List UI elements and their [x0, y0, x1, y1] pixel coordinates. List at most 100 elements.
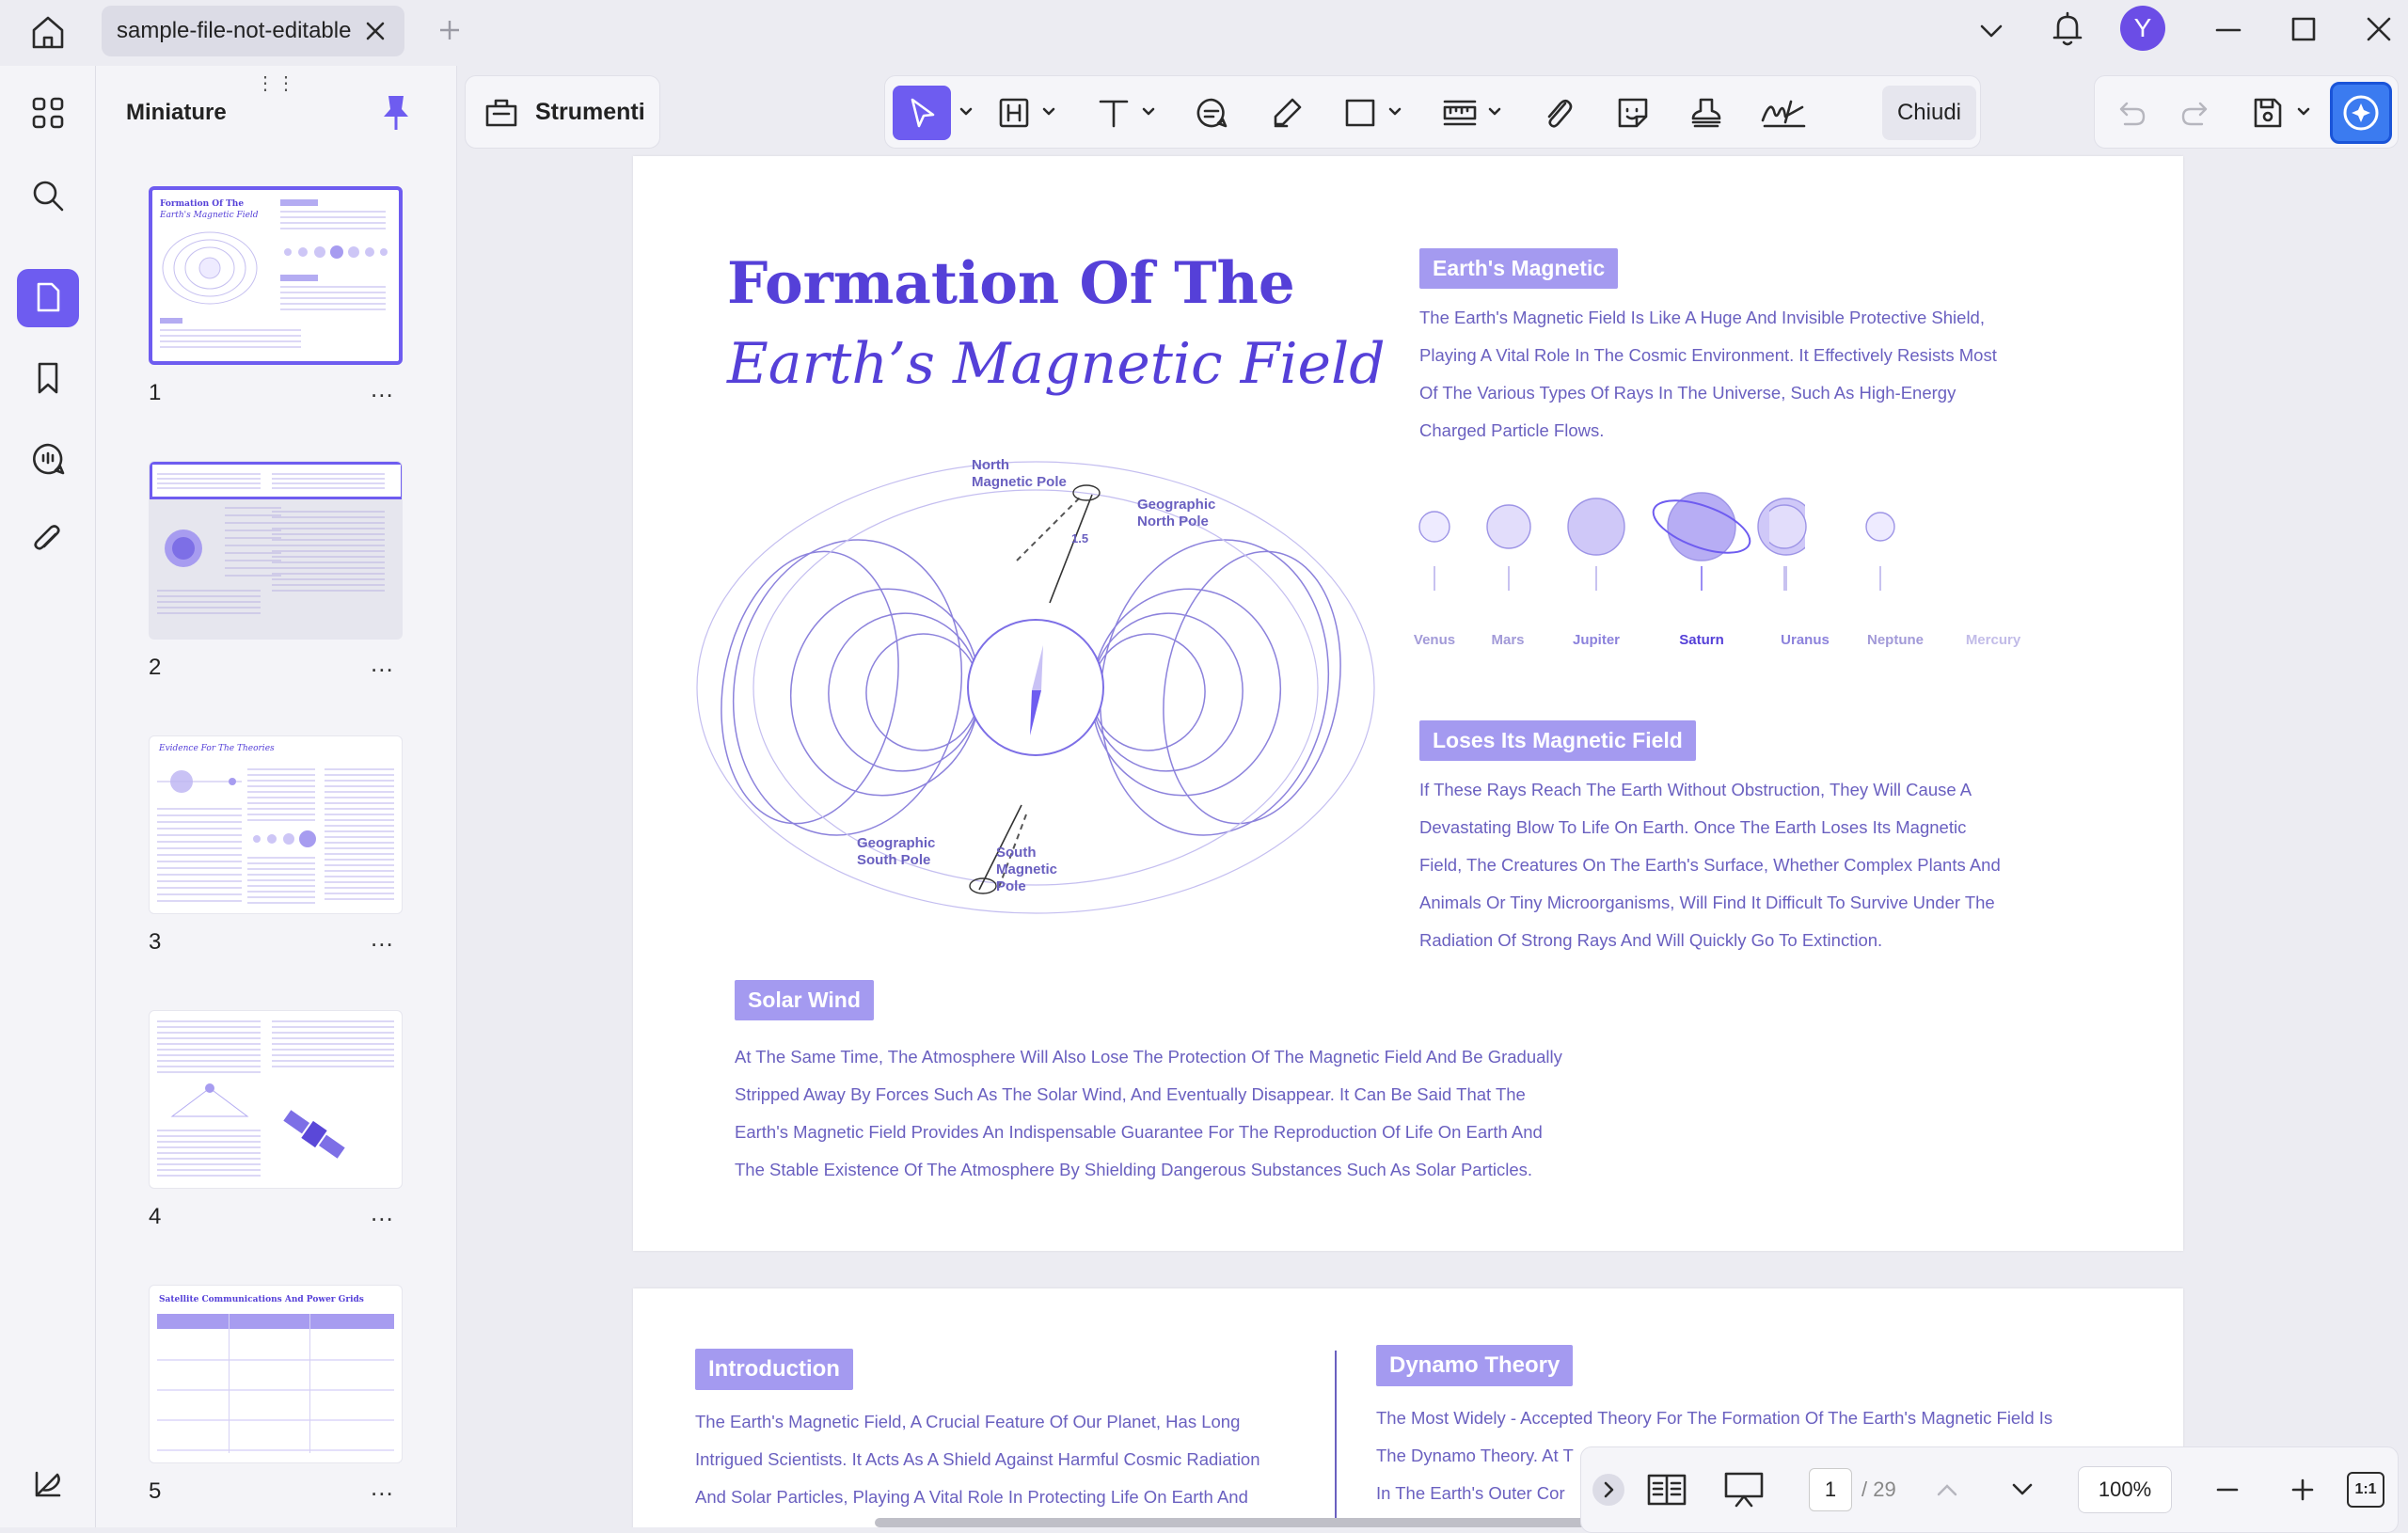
thumb-more-button[interactable]: ... — [371, 1198, 394, 1227]
page-thumbnails-icon[interactable] — [17, 269, 79, 327]
thumbnail-panel: ⋮⋮ Miniature Formation Of The Earth's Ma… — [96, 66, 457, 1527]
search-icon[interactable] — [17, 167, 79, 226]
section-body: The Earth's Magnetic Field, A Crucial Fe… — [695, 1412, 1260, 1507]
maximize-icon[interactable] — [2286, 13, 2321, 47]
minimize-icon[interactable] — [2210, 13, 2246, 47]
document-page-1: Formation Of The Earth’s Magnetic Field — [633, 156, 2183, 1251]
chevron-down-icon[interactable] — [2296, 104, 2311, 119]
section-heading: Earth's Magnetic — [1419, 248, 1619, 289]
presentation-icon[interactable] — [1722, 1468, 1766, 1511]
thumb-page-number: 4 — [149, 1204, 162, 1229]
document-viewer[interactable]: Formation Of The Earth’s Magnetic Field — [458, 150, 2408, 1527]
comment-tool[interactable] — [1188, 86, 1235, 140]
chevron-down-icon[interactable] — [1387, 104, 1402, 119]
chevron-down-icon[interactable] — [1041, 104, 1056, 119]
ai-assistant-icon[interactable] — [2330, 82, 2392, 144]
pin-icon[interactable] — [380, 92, 412, 134]
history-toolbar — [2094, 75, 2399, 149]
thumb-more-button[interactable]: ... — [371, 924, 394, 953]
collapse-bar-icon[interactable] — [1592, 1474, 1624, 1506]
zoom-out-icon[interactable] — [2211, 1474, 2243, 1506]
document-title: Formation Of The — [727, 250, 1295, 317]
bookmark-icon[interactable] — [17, 350, 79, 408]
highlighter-tool[interactable] — [1263, 86, 1310, 140]
chevron-down-icon[interactable] — [1141, 104, 1156, 119]
actual-size-button[interactable]: 1:1 — [2347, 1472, 2384, 1508]
planet-label: Jupiter — [1572, 632, 1620, 648]
layers-icon[interactable] — [17, 1456, 79, 1514]
document-subtitle: Earth’s Magnetic Field — [727, 331, 1386, 397]
section-heading: Dynamo Theory — [1376, 1345, 1574, 1386]
thumb-page-number: 5 — [149, 1478, 162, 1504]
current-page-input[interactable]: 1 — [1809, 1468, 1852, 1511]
section-body: If These Rays Reach The Earth Without Ob… — [1419, 780, 2001, 950]
planet-label: Mars — [1491, 632, 1525, 648]
thumb-more-button[interactable]: ... — [371, 649, 394, 678]
save-icon[interactable] — [2243, 86, 2290, 140]
south-magnetic-pole-label: South Magnetic Pole — [996, 845, 1058, 894]
section-body: The Earth's Magnetic Field Is Like A Hug… — [1419, 308, 1997, 440]
chevron-down-icon[interactable] — [1975, 15, 2007, 47]
window-close-icon[interactable] — [2361, 13, 2397, 47]
thumb-more-button[interactable]: ... — [371, 374, 394, 403]
thumb-more-button[interactable]: ... — [371, 1473, 394, 1502]
planet-label: Neptune — [1867, 632, 1924, 648]
rectangle-tool[interactable] — [1337, 86, 1384, 140]
geographic-north-pole-label: Geographic North Pole — [1137, 497, 1216, 529]
sticker-tool[interactable] — [1609, 86, 1656, 140]
chevron-down-icon[interactable] — [1487, 104, 1502, 119]
page-thumbnail-3[interactable]: Evidence For The Theories — [149, 735, 403, 914]
previous-page-icon[interactable] — [1931, 1474, 1963, 1506]
planet-label: Uranus — [1781, 632, 1830, 648]
tab-title: sample-file-not-editable — [117, 18, 352, 43]
page-thumbnail-2[interactable] — [149, 461, 403, 640]
apps-grid-icon[interactable] — [17, 85, 79, 143]
heading-tool[interactable] — [990, 86, 1038, 140]
thumb-title: Formation Of The — [160, 199, 245, 209]
measure-tool[interactable] — [1436, 86, 1483, 140]
redo-icon[interactable] — [2174, 86, 2219, 140]
page-layout-icon[interactable] — [1645, 1470, 1688, 1509]
stamp-tool[interactable] — [1683, 86, 1730, 140]
geographic-south-pole-label: Geographic South Pole — [857, 835, 936, 868]
user-avatar[interactable]: Y — [2120, 6, 2165, 51]
panel-resize-grip[interactable]: ⋮⋮ — [256, 71, 297, 95]
page-thumbnail-1[interactable]: Formation Of The Earth's Magnetic Field — [149, 186, 403, 365]
page-thumbnail-4[interactable] — [149, 1010, 403, 1189]
toolbox-icon — [483, 93, 520, 131]
next-page-icon[interactable] — [2006, 1474, 2038, 1506]
horizontal-scrollbar[interactable] — [875, 1518, 1590, 1527]
home-icon[interactable] — [26, 11, 70, 53]
notification-bell-icon[interactable] — [2049, 9, 2086, 49]
planet-label: Mercury — [1965, 632, 2021, 648]
new-tab-icon[interactable] — [435, 15, 465, 45]
page-total: / 29 — [1861, 1478, 1896, 1501]
attachment-icon[interactable] — [17, 512, 79, 570]
close-tools-button[interactable]: Chiudi — [1882, 86, 1976, 140]
comments-icon[interactable] — [17, 431, 79, 489]
north-magnetic-pole-label: North Magnetic Pole — [972, 457, 1067, 490]
planet-label: Saturn — [1679, 632, 1724, 648]
select-tool[interactable] — [893, 86, 951, 140]
annotation-toolbar: Chiudi — [884, 75, 1981, 149]
document-tab[interactable]: sample-file-not-editable — [102, 6, 404, 56]
chevron-down-icon[interactable] — [958, 104, 974, 119]
tools-button[interactable]: Strumenti — [465, 75, 660, 149]
tools-label: Strumenti — [535, 99, 645, 125]
thumb-subtitle: Earth's Magnetic Field — [160, 211, 259, 220]
zoom-level[interactable]: 100% — [2078, 1466, 2172, 1513]
angle-label: 1.5 — [1071, 531, 1089, 545]
undo-icon[interactable] — [2108, 86, 2153, 140]
close-tab-icon[interactable] — [363, 19, 388, 43]
title-bar: sample-file-not-editable Y — [0, 0, 2408, 62]
zoom-in-icon[interactable] — [2287, 1474, 2319, 1506]
attachment-tool[interactable] — [1534, 86, 1581, 140]
section-body: At The Same Time, The Atmosphere Will Al… — [735, 1047, 1562, 1179]
thumb-title: Evidence For The Theories — [159, 744, 275, 753]
panel-title: Miniature — [126, 100, 227, 125]
section-heading: Introduction — [695, 1349, 853, 1390]
page-thumbnail-5[interactable]: Satellite Communications And Power Grids — [149, 1285, 403, 1463]
planets-illustration-right — [1769, 504, 1895, 591]
signature-tool[interactable] — [1756, 86, 1811, 140]
text-tool[interactable] — [1090, 86, 1137, 140]
